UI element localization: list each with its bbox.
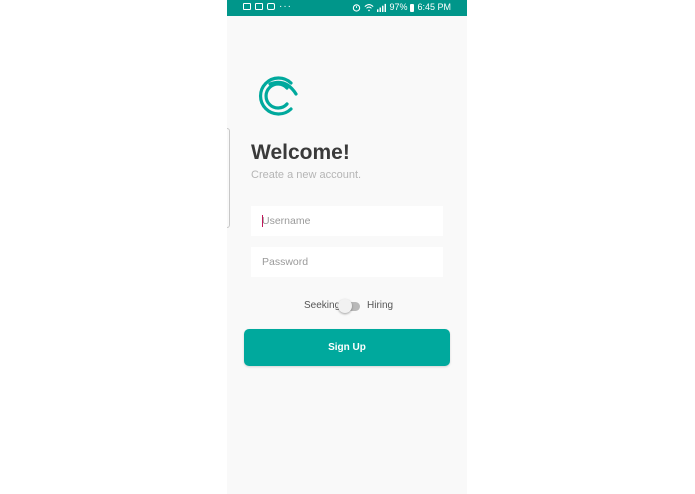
- sign-up-button[interactable]: Sign Up: [244, 329, 450, 366]
- youtube-icon: [267, 3, 275, 10]
- gallery-icon: [243, 3, 251, 10]
- text-cursor: [262, 215, 263, 227]
- edge-panel-handle[interactable]: [227, 128, 230, 228]
- page-subtitle: Create a new account.: [251, 169, 362, 181]
- status-right: 97% 6:45 PM: [352, 2, 451, 13]
- role-switch-thumb[interactable]: [338, 299, 352, 313]
- page-title: Welcome!: [251, 141, 350, 164]
- more-notifications: ···: [279, 1, 292, 12]
- photo-icon: [255, 3, 263, 10]
- battery-icon: [410, 3, 415, 12]
- c-logo-icon: [258, 76, 298, 116]
- clock: 6:45 PM: [417, 2, 451, 12]
- alarm-icon: [353, 4, 361, 12]
- signal-icon: [377, 3, 387, 12]
- username-input[interactable]: [251, 206, 443, 236]
- phone-screen: ··· 97% 6:45 PM Welcome! Create a new ac…: [227, 0, 467, 494]
- toggle-label-seeking: Seeking: [304, 300, 341, 311]
- role-toggle-row: Seeking Hiring: [227, 299, 467, 315]
- status-left: ···: [243, 1, 292, 12]
- password-input[interactable]: [251, 247, 443, 277]
- battery-percent: 97%: [389, 2, 408, 12]
- wifi-icon: [364, 4, 374, 12]
- toggle-label-hiring: Hiring: [367, 300, 394, 311]
- status-bar: ··· 97% 6:45 PM: [227, 0, 467, 16]
